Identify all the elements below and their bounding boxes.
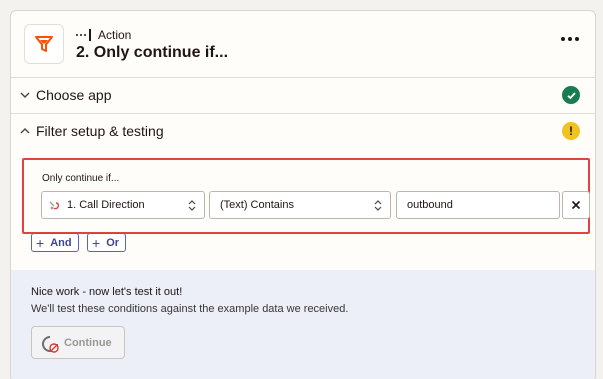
warning-icon: !	[562, 122, 580, 140]
add-or-button[interactable]: + Or	[87, 233, 127, 252]
add-and-label: And	[50, 236, 72, 249]
step-type-label: Action	[98, 28, 132, 42]
app-source-icon	[49, 201, 60, 210]
remove-condition-button[interactable]	[562, 191, 590, 219]
value-input[interactable]: outbound	[396, 191, 560, 219]
filter-app-icon	[24, 24, 64, 64]
step-card: Action 2. Only continue if... Choose app…	[10, 10, 596, 379]
filter-condition-group: Only continue if... 1. Call Direction (T…	[22, 158, 590, 234]
plus-icon: +	[92, 234, 101, 251]
section-label-choose-app: Choose app	[36, 87, 112, 103]
loading-disabled-icon	[42, 336, 59, 353]
chevron-up-down-icon	[374, 200, 382, 211]
step-header: Action 2. Only continue if...	[11, 11, 595, 77]
filter-icon	[35, 36, 53, 52]
chevron-up-down-icon	[188, 200, 196, 211]
continue-button[interactable]: Continue	[31, 326, 125, 359]
close-icon	[571, 200, 581, 210]
field-select-value: 1. Call Direction	[67, 199, 145, 211]
step-title: 2. Only continue if...	[76, 44, 229, 61]
test-subtitle: We'll test these conditions against the …	[31, 303, 349, 315]
add-or-label: Or	[106, 236, 120, 249]
section-choose-app[interactable]: Choose app	[11, 77, 595, 113]
condition-select-value: (Text) Contains	[220, 199, 294, 211]
plus-icon: +	[36, 234, 45, 251]
more-options-button[interactable]	[561, 37, 579, 41]
check-circle-icon	[562, 86, 580, 104]
section-label-filter-setup: Filter setup & testing	[36, 123, 164, 139]
section-filter-setup[interactable]: Filter setup & testing !	[11, 113, 595, 149]
chevron-down-icon	[20, 92, 30, 98]
field-select[interactable]: 1. Call Direction	[41, 191, 205, 219]
value-input-text: outbound	[407, 199, 453, 211]
chevron-up-icon	[20, 128, 30, 134]
condition-select[interactable]: (Text) Contains	[209, 191, 391, 219]
test-title: Nice work - now let's test it out!	[31, 286, 183, 298]
more-horizontal-icon	[561, 37, 565, 41]
step-type-row: Action	[76, 28, 131, 42]
add-and-button[interactable]: + And	[31, 233, 79, 252]
test-panel: Nice work - now let's test it out! We'll…	[11, 270, 595, 379]
continue-label: Continue	[64, 337, 112, 349]
filter-heading: Only continue if...	[42, 173, 120, 184]
action-step-icon	[76, 29, 91, 41]
